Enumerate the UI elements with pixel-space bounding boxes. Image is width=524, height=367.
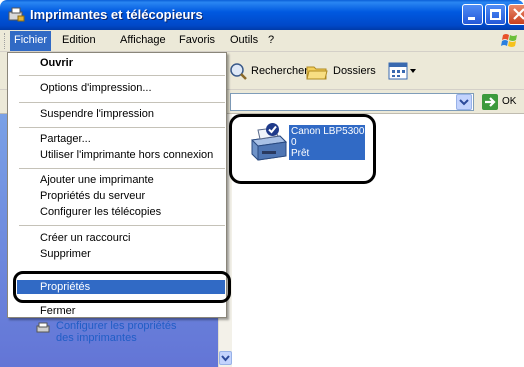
folders-button-label: Dossiers <box>333 65 376 77</box>
menubar-grip <box>4 33 7 49</box>
menu-separator <box>19 102 225 103</box>
menu-item-use-offline[interactable]: Utiliser l'imprimante hors connexion <box>40 149 213 161</box>
default-printer-check-icon <box>266 123 279 136</box>
windows-logo-icon <box>501 34 517 47</box>
menu-item-add-printer[interactable]: Ajouter une imprimante <box>40 174 154 186</box>
title-bar[interactable]: Imprimantes et télécopieurs <box>0 0 524 30</box>
chevron-down-icon <box>459 99 469 106</box>
maximize-button[interactable] <box>485 4 506 25</box>
views-button[interactable] <box>388 60 416 82</box>
configure-printer-properties-link[interactable]: Configurer les propriétés des imprimante… <box>56 320 176 344</box>
printer-fax-folder-icon <box>8 7 25 22</box>
menu-item-close[interactable]: Fermer <box>40 305 75 317</box>
menu-separator <box>19 300 225 301</box>
menu-item-share[interactable]: Partager... <box>40 133 91 145</box>
close-button[interactable] <box>508 4 524 25</box>
views-icon <box>388 62 408 80</box>
menu-item-configure-fax[interactable]: Configurer les télécopies <box>40 206 161 218</box>
minimize-button[interactable] <box>462 4 483 25</box>
menu-affichage[interactable]: Affichage <box>120 34 166 46</box>
task-link-line1: Configurer les propriétés <box>56 320 177 332</box>
go-button-label[interactable]: OK <box>502 96 516 107</box>
menu-favoris[interactable]: Favoris <box>179 34 215 46</box>
menu-item-server-properties[interactable]: Propriétés du serveur <box>40 190 145 202</box>
address-dropdown-button[interactable] <box>456 94 472 110</box>
menu-separator <box>19 168 225 169</box>
menu-separator <box>19 225 225 226</box>
folders-icon <box>306 66 328 80</box>
search-icon <box>230 63 247 80</box>
search-button-label: Rechercher <box>251 65 308 77</box>
task-link-line2: des imprimantes <box>56 332 137 344</box>
menu-fichier[interactable]: Fichier <box>10 31 52 51</box>
go-button[interactable] <box>482 94 498 110</box>
printer-properties-icon <box>36 322 50 333</box>
menu-outils[interactable]: Outils <box>230 34 258 46</box>
address-input[interactable] <box>230 93 474 111</box>
menu-bar: Fichier Edition Affichage Favoris Outils… <box>0 30 524 52</box>
menu-item-print-options[interactable]: Options d'impression... <box>40 82 152 94</box>
menu-separator <box>19 75 225 76</box>
go-arrow-icon <box>485 97 496 107</box>
menu-item-pause-printing[interactable]: Suspendre l'impression <box>40 108 154 120</box>
maximize-icon <box>490 9 501 20</box>
menu-edition[interactable]: Edition <box>62 34 96 46</box>
chevron-down-icon <box>221 355 230 362</box>
menu-item-delete[interactable]: Supprimer <box>40 248 91 260</box>
scroll-down-button[interactable] <box>219 351 232 365</box>
minimize-icon <box>468 17 475 20</box>
window-title: Imprimantes et télécopieurs <box>30 7 203 22</box>
menu-item-properties[interactable]: Propriétés <box>40 281 90 293</box>
menu-item-open[interactable]: Ouvrir <box>40 57 73 69</box>
folders-button[interactable]: Dossiers <box>306 60 376 82</box>
menu-help[interactable]: ? <box>268 34 274 46</box>
close-icon <box>513 8 524 20</box>
printer-documents: 0 <box>291 137 297 148</box>
explorer-window: Imprimantes et télécopieurs Fichier Edit… <box>0 0 524 367</box>
printer-label: Canon LBP5300 0 Prêt <box>289 125 365 160</box>
search-button[interactable]: Rechercher <box>228 60 308 82</box>
menu-item-create-shortcut[interactable]: Créer un raccourci <box>40 232 130 244</box>
menu-separator <box>19 127 225 128</box>
views-dropdown-arrow-icon <box>410 69 416 73</box>
printer-name: Canon LBP5300 <box>291 126 365 137</box>
printer-status: Prêt <box>291 148 310 159</box>
